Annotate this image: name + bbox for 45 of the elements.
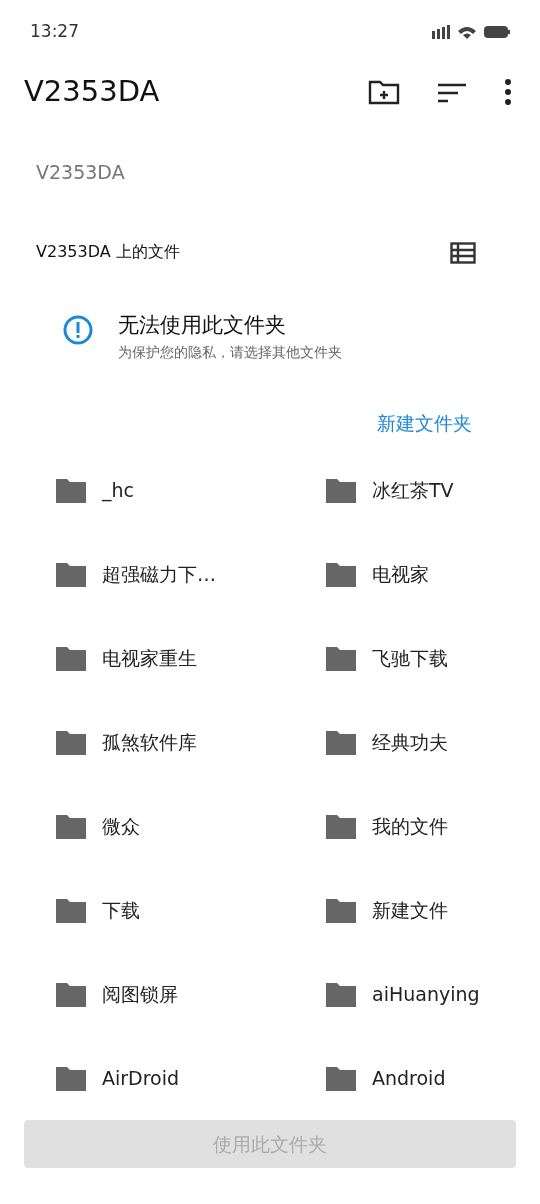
new-folder-icon <box>368 79 400 105</box>
folder-item[interactable]: 新建文件 <box>270 868 540 952</box>
folder-icon <box>56 477 86 503</box>
folder-icon <box>326 1065 356 1091</box>
notice-title: 无法使用此文件夹 <box>118 312 287 339</box>
breadcrumb[interactable]: V2353DA <box>0 157 125 187</box>
wifi-icon <box>458 25 476 39</box>
folder-item[interactable]: 飞驰下载 <box>270 616 540 700</box>
folder-item[interactable]: _hc <box>0 448 270 532</box>
section-title: V2353DA 上的文件 <box>36 241 180 263</box>
sort-icon <box>436 81 468 104</box>
folder-item[interactable]: 下载 <box>0 868 270 952</box>
folder-icon <box>56 981 86 1007</box>
status-time: 13:27 <box>30 20 79 44</box>
battery-icon <box>484 26 510 38</box>
folder-item[interactable]: 超强磁力下… <box>0 532 270 616</box>
folder-icon <box>326 813 356 839</box>
folder-item[interactable]: 微众 <box>0 784 270 868</box>
folder-icon <box>56 1065 86 1091</box>
folder-icon <box>326 477 356 503</box>
info-icon <box>62 314 94 346</box>
folder-icon <box>326 561 356 587</box>
more-icon <box>504 78 512 106</box>
folder-icon <box>56 561 86 587</box>
folder-item[interactable]: 经典功夫 <box>270 700 540 784</box>
folder-item[interactable]: 电视家重生 <box>0 616 270 700</box>
folder-icon <box>56 729 86 755</box>
list-view-icon <box>450 241 476 264</box>
folder-icon <box>56 645 86 671</box>
app-title: V2353DA <box>24 73 161 111</box>
signal-icon <box>432 25 450 39</box>
folder-item[interactable]: 我的文件 <box>270 784 540 868</box>
folder-icon <box>326 729 356 755</box>
folder-item[interactable]: 孤煞软件库 <box>0 700 270 784</box>
folder-icon <box>56 813 86 839</box>
folder-item[interactable]: 阅图锁屏 <box>0 952 270 1036</box>
folder-item[interactable]: Android <box>270 1036 540 1120</box>
folder-icon <box>326 981 356 1007</box>
folder-icon <box>56 897 86 923</box>
notice-message: 为保护您的隐私，请选择其他文件夹 <box>118 342 342 362</box>
folder-item[interactable]: 电视家 <box>270 532 540 616</box>
folder-icon <box>326 645 356 671</box>
folder-icon <box>326 897 356 923</box>
folder-item[interactable]: aiHuanying <box>270 952 540 1036</box>
folder-item[interactable]: AirDroid <box>0 1036 270 1120</box>
